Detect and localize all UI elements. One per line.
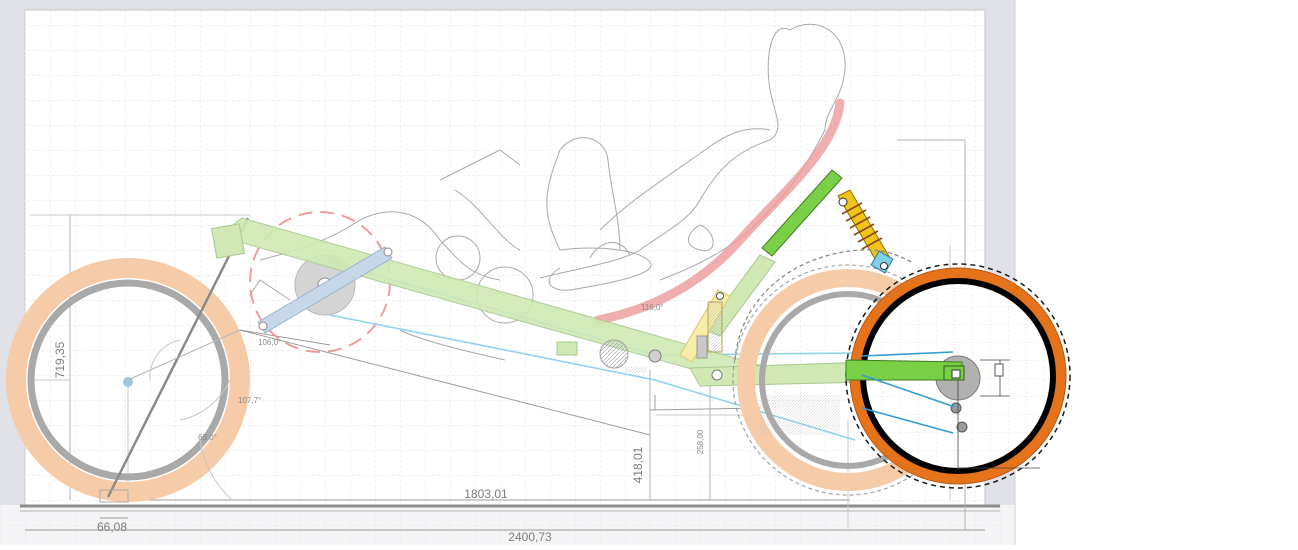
main-pivot[interactable] — [648, 349, 662, 363]
crank-angle-label: 106,0° — [258, 338, 281, 347]
front-height-label: 719,35 — [53, 341, 67, 378]
fork-angle-label: 107,7° — [238, 396, 261, 405]
recumbent-bike-drawing: 2400,73 1803,01 66,08 719,35 418,01 258,… — [0, 0, 1071, 545]
rear-idler-lower — [956, 421, 968, 433]
pivot-height-label: 258,00 — [696, 429, 705, 454]
swing-arm[interactable] — [845, 359, 965, 381]
shock-spring — [707, 301, 723, 353]
head-angle-label: 63,0° — [198, 433, 217, 442]
front-overhang-label: 66,08 — [97, 520, 127, 534]
seat-height-label: 418,01 — [631, 446, 645, 483]
wheelbase-label: 1803,01 — [464, 487, 508, 501]
total-length-label: 2400,73 — [508, 530, 552, 544]
idler-pulley — [599, 339, 629, 369]
seat-angle-label: 116,0° — [641, 303, 664, 312]
rear-pivot[interactable] — [711, 369, 723, 381]
rear-idler-upper — [950, 402, 962, 414]
cad-canvas[interactable]: 2400,73 1803,01 66,08 719,35 418,01 258,… — [0, 0, 1298, 545]
bottom-bracket-mount — [556, 341, 578, 356]
